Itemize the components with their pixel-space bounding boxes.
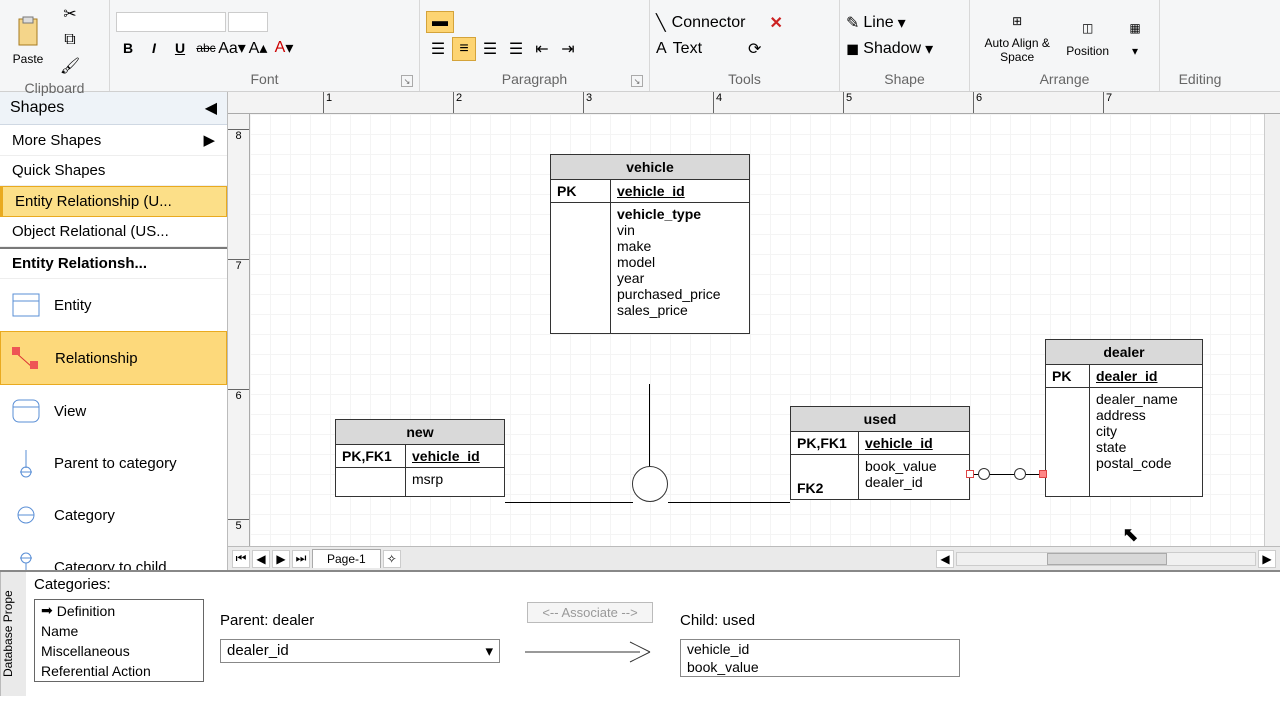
last-page-button[interactable]: ⏭ — [292, 550, 310, 568]
font-size-select[interactable] — [228, 12, 268, 32]
canvas[interactable]: 1 2 3 4 5 6 7 8 7 6 5 vehicle PKvehicle_… — [228, 92, 1280, 570]
paragraph-group-label: Paragraph — [502, 71, 567, 87]
shapes-collapse-icon[interactable]: ◀ — [205, 98, 217, 118]
align-left-button[interactable]: ☰ — [426, 37, 450, 61]
font-case-button[interactable]: Aa▾ — [220, 36, 244, 60]
scroll-left-button[interactable]: ◀ — [936, 550, 954, 568]
cat-referential[interactable]: Referential Action — [35, 661, 203, 681]
stencil-title: Entity Relationsh... — [0, 247, 227, 279]
font-color-button[interactable]: A▾ — [272, 36, 296, 60]
font-grow-button[interactable]: A▴ — [246, 36, 270, 60]
shape-entity[interactable]: Entity — [0, 279, 227, 331]
text-icon: A — [656, 40, 667, 58]
arrange-more-button[interactable]: ▦ ▾ — [1117, 12, 1153, 60]
shape-relationship[interactable]: Relationship — [0, 331, 227, 385]
child-label: Child: used — [680, 612, 960, 629]
first-page-button[interactable]: ⏮ — [232, 550, 250, 568]
highlight-button[interactable]: ▬ — [426, 11, 454, 33]
ruler-horizontal: 1 2 3 4 5 6 7 — [228, 92, 1280, 114]
ruler-vertical: 8 7 6 5 — [228, 114, 250, 546]
position-button[interactable]: ◫ Position — [1062, 12, 1113, 60]
child-fields-list[interactable]: vehicle_id book_value — [680, 639, 960, 677]
props-side-label: Database Prope — [0, 572, 26, 696]
connector-icon: ╲ — [656, 13, 666, 33]
paragraph-dialog-launcher[interactable]: ↘ — [631, 75, 643, 87]
drawing-page[interactable]: vehicle PKvehicle_id vehicle_type vin ma… — [250, 114, 1264, 546]
indent-increase-button[interactable]: ⇥ — [556, 37, 580, 61]
scroll-right-button[interactable]: ▶ — [1258, 550, 1276, 568]
page-tab[interactable]: Page-1 — [312, 549, 381, 568]
shapes-panel: Shapes ◀ More Shapes▶ Quick Shapes Entity… — [0, 92, 228, 570]
copy-icon[interactable]: ⧉ — [58, 28, 82, 52]
entity-dealer[interactable]: dealer PKdealer_id dealer_name address c… — [1045, 339, 1203, 497]
tool-refresh-icon[interactable]: ⟳ — [748, 39, 761, 59]
auto-align-button[interactable]: ⊞ Auto Align & Space — [976, 5, 1058, 65]
more-shapes-item[interactable]: More Shapes▶ — [0, 125, 227, 156]
clipboard-group-label: Clipboard — [25, 80, 85, 96]
shape-parent-to-category[interactable]: Parent to category — [0, 437, 227, 489]
categories-label: Categories: — [26, 572, 212, 597]
shape-category-to-child[interactable]: Category to child — [0, 541, 227, 570]
cut-icon[interactable]: ✂ — [58, 2, 82, 26]
next-page-button[interactable]: ▶ — [272, 550, 290, 568]
connector-button[interactable]: Connector — [672, 14, 746, 32]
shape-category[interactable]: Category — [0, 489, 227, 541]
bold-button[interactable]: B — [116, 36, 140, 60]
rel-handle[interactable] — [966, 470, 974, 478]
shape-group-label: Shape — [884, 71, 924, 87]
strike-button[interactable]: abc — [194, 36, 218, 60]
or-stencil-item[interactable]: Object Relational (US... — [0, 217, 227, 247]
align-right-button[interactable]: ☰ — [478, 37, 502, 61]
entity-new[interactable]: new PK,FK1vehicle_id msrp — [335, 419, 505, 497]
tools-group-label: Tools — [728, 71, 761, 87]
category-circle[interactable] — [632, 466, 668, 502]
relationship-preview-icon — [520, 637, 660, 667]
indent-decrease-button[interactable]: ⇤ — [530, 37, 554, 61]
format-painter-icon[interactable]: 🖌 — [58, 54, 82, 78]
italic-button[interactable]: I — [142, 36, 166, 60]
font-group-label: Font — [250, 71, 278, 87]
rel-endpoint — [1014, 468, 1026, 480]
rel-line — [505, 502, 633, 503]
arrange-group-label: Arrange — [1040, 71, 1090, 87]
cat-definition[interactable]: ➡Definition — [35, 600, 203, 621]
font-family-select[interactable] — [116, 12, 226, 32]
categories-list[interactable]: ➡Definition Name Miscellaneous Referenti… — [34, 599, 204, 682]
align-justify-button[interactable]: ☰ — [504, 37, 528, 61]
shape-view[interactable]: View — [0, 385, 227, 437]
parent-label: Parent: dealer — [220, 612, 500, 629]
shadow-button[interactable]: ◼ Shadow ▾ — [846, 39, 933, 59]
shapes-header: Shapes — [10, 99, 64, 117]
paste-button[interactable]: Paste — [6, 12, 50, 68]
cat-misc[interactable]: Miscellaneous — [35, 641, 203, 661]
rel-endpoint — [978, 468, 990, 480]
line-button[interactable]: ✎ Line ▾ — [846, 13, 906, 33]
cat-name[interactable]: Name — [35, 621, 203, 641]
editing-group-label: Editing — [1179, 71, 1222, 87]
new-page-button[interactable]: ✧ — [383, 550, 401, 568]
underline-button[interactable]: U — [168, 36, 192, 60]
prev-page-button[interactable]: ◀ — [252, 550, 270, 568]
associate-button[interactable]: <-- Associate --> — [527, 602, 652, 623]
close-tool-button[interactable]: ✕ — [769, 13, 782, 33]
er-stencil-item[interactable]: Entity Relationship (U... — [0, 186, 227, 217]
entity-vehicle[interactable]: vehicle PKvehicle_id vehicle_type vin ma… — [550, 154, 750, 334]
page-tabs: ⏮ ◀ ▶ ⏭ Page-1 ✧ ◀ ▶ — [228, 546, 1280, 570]
quick-shapes-item[interactable]: Quick Shapes — [0, 156, 227, 186]
parent-field-combo[interactable]: dealer_id▾ — [220, 639, 500, 663]
vertical-scrollbar[interactable] — [1264, 114, 1280, 546]
font-dialog-launcher[interactable]: ↘ — [401, 75, 413, 87]
horizontal-scrollbar[interactable] — [956, 552, 1256, 566]
rel-line — [668, 502, 790, 503]
rel-line — [991, 474, 1013, 475]
align-center-button[interactable]: ≡ — [452, 37, 476, 61]
text-tool-button[interactable]: Text — [673, 40, 702, 58]
entity-used[interactable]: used PK,FK1vehicle_id FK2 book_value dea… — [790, 406, 970, 500]
rel-handle[interactable] — [1039, 470, 1047, 478]
database-properties-panel: Database Prope Categories: ➡Definition N… — [0, 570, 1280, 696]
ribbon: Paste ✂ ⧉ 🖌 Clipboard B I U abc — [0, 0, 1280, 92]
cursor-icon: ⬉ — [1122, 522, 1139, 547]
